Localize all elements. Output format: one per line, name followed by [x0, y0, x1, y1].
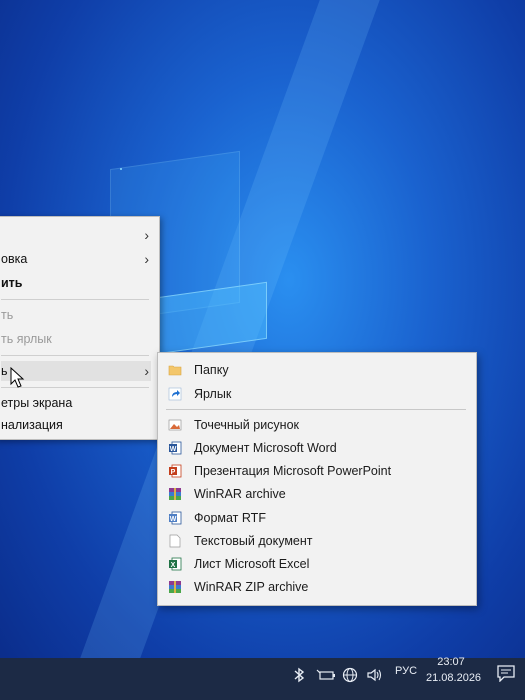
clock-date: 21.08.2026 — [426, 672, 482, 684]
language-indicator[interactable]: РУС — [395, 665, 417, 677]
volume-icon[interactable] — [366, 667, 384, 683]
chevron-right-icon: › — [144, 363, 149, 379]
menu-item-view[interactable]: › — [1, 225, 151, 245]
submenu-item-folder[interactable]: Папку — [158, 359, 476, 381]
svg-text:W: W — [170, 516, 177, 523]
notifications-icon[interactable] — [496, 664, 516, 682]
submenu-separator — [166, 409, 466, 410]
chevron-right-icon: › — [144, 251, 149, 267]
powerpoint-icon: P — [169, 464, 182, 478]
submenu-item-label: WinRAR ZIP archive — [194, 580, 309, 594]
menu-item-personalize[interactable]: нализация — [1, 415, 151, 435]
submenu-item-rtf[interactable]: W Формат RTF — [158, 507, 476, 529]
folder-icon — [168, 365, 182, 376]
svg-text:P: P — [171, 469, 176, 476]
desktop-context-menu: › овка › ить ть ть ярлык ь › етры экрана… — [0, 216, 160, 440]
menu-item-label: ть ярлык — [1, 332, 52, 346]
new-submenu: Папку Ярлык Точечный рисунок W Документ … — [157, 352, 477, 606]
submenu-item-text-doc[interactable]: Текстовый документ — [158, 530, 476, 552]
menu-item-sort[interactable]: овка › — [1, 249, 151, 269]
menu-separator — [1, 355, 149, 356]
menu-item-label: етры экрана — [1, 396, 73, 410]
submenu-item-label: Текстовый документ — [194, 534, 313, 548]
menu-item-label: нализация — [1, 418, 63, 432]
network-globe-icon[interactable] — [342, 667, 358, 683]
clock[interactable]: 23:07 21.08.2026 — [426, 654, 482, 686]
submenu-item-bitmap[interactable]: Точечный рисунок — [158, 414, 476, 436]
menu-item-refresh[interactable]: ить — [1, 273, 151, 293]
submenu-item-label: Папку — [194, 363, 229, 377]
submenu-item-label: Формат RTF — [194, 511, 266, 525]
submenu-item-label: Документ Microsoft Word — [194, 441, 337, 455]
submenu-item-winrar[interactable]: WinRAR archive — [158, 483, 476, 505]
submenu-item-label: Ярлык — [194, 387, 232, 401]
submenu-item-excel[interactable]: X Лист Microsoft Excel — [158, 553, 476, 575]
mouse-cursor-icon — [10, 367, 25, 388]
menu-separator — [1, 299, 149, 300]
submenu-item-winrar-zip[interactable]: WinRAR ZIP archive — [158, 576, 476, 598]
chevron-right-icon: › — [144, 227, 149, 243]
svg-text:X: X — [171, 562, 176, 569]
word-icon: W — [169, 441, 182, 455]
menu-item-paste-shortcut: ть ярлык — [1, 329, 151, 349]
svg-text:W: W — [170, 446, 177, 453]
menu-item-paste: ть — [1, 305, 151, 325]
submenu-item-shortcut[interactable]: Ярлык — [158, 383, 476, 405]
submenu-item-label: Лист Microsoft Excel — [194, 557, 310, 571]
bluetooth-icon[interactable] — [293, 667, 305, 683]
shortcut-icon — [168, 387, 182, 401]
submenu-item-powerpoint[interactable]: P Презентация Microsoft PowerPoint — [158, 460, 476, 482]
excel-icon: X — [169, 557, 182, 571]
menu-item-label: ть — [1, 308, 14, 322]
bitmap-icon — [168, 419, 182, 431]
clock-time: 23:07 — [437, 656, 465, 668]
menu-item-label: ить — [1, 276, 23, 290]
winrar-zip-icon — [169, 581, 181, 593]
submenu-item-label: Презентация Microsoft PowerPoint — [194, 464, 392, 478]
menu-item-display-settings[interactable]: етры экрана — [1, 393, 151, 413]
submenu-item-label: WinRAR archive — [194, 487, 286, 501]
submenu-item-word[interactable]: W Документ Microsoft Word — [158, 437, 476, 459]
battery-icon[interactable] — [316, 667, 336, 683]
submenu-item-label: Точечный рисунок — [194, 418, 299, 432]
menu-item-label: ь — [1, 364, 8, 378]
winrar-icon — [169, 488, 181, 500]
rtf-icon: W — [169, 511, 182, 525]
menu-item-label: овка — [1, 252, 28, 266]
text-doc-icon — [169, 534, 181, 548]
